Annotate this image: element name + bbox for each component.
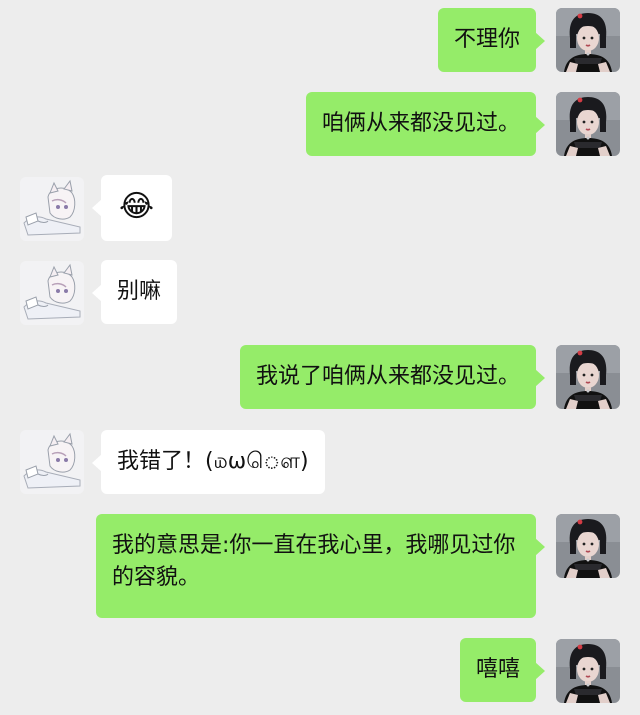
girl-portrait-avatar-icon <box>556 514 620 578</box>
message-text: 嘻嘻 <box>475 657 520 682</box>
their-avatar[interactable] <box>20 177 84 241</box>
message-row: 别嘛 <box>0 259 640 325</box>
message-text: 我的意思是:你一直在我心里，我哪见过你的容貌。 <box>112 533 516 590</box>
my-message-bubble[interactable]: 我说了咱俩从来都没见过。 <box>239 345 546 409</box>
girl-portrait-avatar-icon <box>556 92 620 156</box>
my-avatar[interactable] <box>556 92 620 156</box>
their-message-bubble[interactable]: 😂 <box>92 175 172 241</box>
message-row: 不理你 <box>0 6 640 72</box>
girl-portrait-avatar-icon <box>556 8 620 72</box>
anime-character-avatar-icon <box>20 430 84 494</box>
face-with-tears-of-joy-icon: 😂 <box>118 189 155 224</box>
my-avatar[interactable] <box>556 345 620 409</box>
my-message-bubble[interactable]: 咱俩从来都没见过。 <box>305 92 546 156</box>
message-row: 我错了！(௰ωௌ) <box>0 430 640 496</box>
message-row: 嘻嘻 <box>0 637 640 703</box>
their-message-bubble[interactable]: 别嘛 <box>91 260 178 324</box>
message-text: 别嘛 <box>117 279 162 304</box>
message-row: 😂 <box>0 175 640 241</box>
message-row: 我的意思是:你一直在我心里，我哪见过你的容貌。 <box>0 512 640 618</box>
my-message-bubble[interactable]: 嘻嘻 <box>459 638 546 702</box>
girl-portrait-avatar-icon <box>556 639 620 703</box>
their-avatar[interactable] <box>20 261 84 325</box>
my-avatar[interactable] <box>556 514 620 578</box>
girl-portrait-avatar-icon <box>556 345 620 409</box>
their-avatar[interactable] <box>20 430 84 494</box>
message-row: 咱俩从来都没见过。 <box>0 90 640 156</box>
message-row: 我说了咱俩从来都没见过。 <box>0 345 640 411</box>
my-avatar[interactable] <box>556 8 620 72</box>
their-message-bubble[interactable]: 我错了！(௰ωௌ) <box>92 430 325 494</box>
message-text: 咱俩从来都没见过。 <box>321 111 520 136</box>
my-avatar[interactable] <box>556 639 620 703</box>
message-text: 我错了！(௰ωௌ) <box>117 449 309 474</box>
my-message-bubble[interactable]: 不理你 <box>437 8 546 72</box>
anime-character-avatar-icon <box>20 177 84 241</box>
message-text: 不理你 <box>453 27 520 52</box>
message-text: 我说了咱俩从来都没见过。 <box>255 364 520 389</box>
my-message-bubble[interactable]: 我的意思是:你一直在我心里，我哪见过你的容貌。 <box>96 514 545 618</box>
chat-window[interactable]: 不理你 咱俩从来都没见过。 😂 别嘛 我说了咱俩从来都没见过。 我错了！(௰ωௌ… <box>0 0 640 715</box>
anime-character-avatar-icon <box>20 261 84 325</box>
